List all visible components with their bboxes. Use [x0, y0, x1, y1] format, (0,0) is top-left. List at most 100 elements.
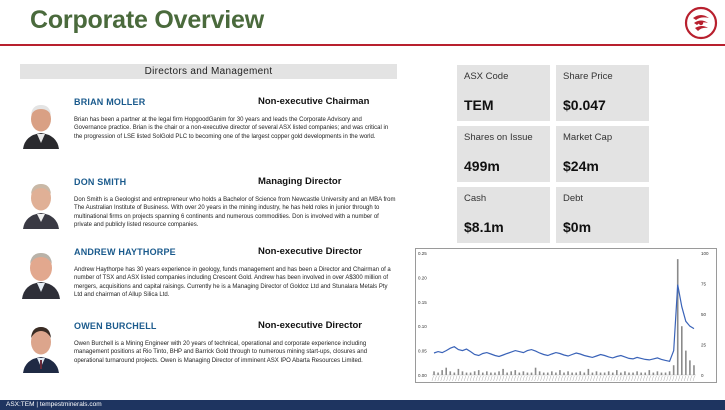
chart-x-tick-mark: [669, 375, 672, 382]
chart-x-tick-mark: [458, 375, 461, 382]
stat-label: Cash: [464, 193, 487, 204]
chart-x-tick-mark: [516, 375, 519, 382]
chart-x-tick-mark: [651, 375, 654, 382]
chart-x-tick-mark: [499, 375, 502, 382]
director-name: OWEN BURCHELL: [74, 321, 157, 331]
chart-x-tick-mark: [634, 375, 637, 382]
chart-x-tick-mark: [461, 375, 463, 382]
chart-x-tick-mark: [613, 375, 616, 382]
stat-label: ASX Code: [464, 71, 509, 82]
stat-label: Debt: [563, 193, 584, 204]
chart-x-tick-mark: [513, 375, 516, 382]
chart-x-tick-mark: [660, 375, 663, 382]
chart-right-tick-label: 25: [701, 343, 707, 348]
chart-x-tick-mark: [622, 375, 625, 382]
chart-x-tick-mark: [675, 375, 678, 382]
chart-x-tick-mark: [554, 375, 557, 382]
chart-x-tick-mark: [508, 375, 510, 382]
chart-x-tick-mark: [681, 375, 683, 382]
chart-x-tick-mark: [637, 375, 639, 382]
chart-x-tick-mark: [502, 375, 505, 382]
chart-x-tick-mark: [481, 375, 484, 382]
chart-x-tick-mark: [593, 375, 595, 382]
chart-x-tick-mark: [496, 375, 499, 382]
chart-x-tick-mark: [434, 375, 437, 382]
chart-left-tick-label: 0.10: [418, 324, 427, 329]
chart-right-tick-label: 75: [701, 282, 707, 287]
chart-left-tick-label: 0.25: [418, 251, 427, 256]
director-role: Non-executive Director: [258, 320, 363, 331]
chart-x-tick-mark: [478, 375, 481, 382]
tempest-logo-icon: [684, 6, 718, 40]
chart-x-tick-mark: [631, 375, 634, 382]
stat-value: $8.1m: [464, 219, 504, 235]
chart-x-tick-mark: [575, 375, 578, 382]
chart-right-tick-label: 50: [701, 312, 707, 317]
chart-x-tick-mark: [686, 375, 689, 382]
chart-x-tick-mark: [446, 375, 449, 382]
chart-x-tick-mark: [598, 375, 601, 382]
director-photo: [20, 177, 62, 229]
chart-x-tick-mark: [546, 375, 549, 382]
chart-x-tick-mark: [452, 375, 455, 382]
director-photo: [20, 97, 62, 149]
chart-x-tick-mark: [625, 375, 628, 382]
chart-x-tick-mark: [572, 375, 575, 382]
chart-x-tick-mark: [490, 375, 493, 382]
chart-x-tick-mark: [645, 375, 648, 382]
page-title: Corporate Overview: [30, 6, 264, 34]
chart-x-tick-mark: [560, 375, 563, 382]
chart-left-tick-label: 0.05: [418, 349, 427, 354]
chart-x-tick-mark: [549, 375, 551, 382]
stat-label: Shares on Issue: [464, 132, 533, 143]
director-bio: Brian has been a partner at the legal fi…: [74, 117, 389, 140]
stat-value: 499m: [464, 158, 500, 174]
chart-x-tick-mark: [487, 375, 490, 382]
director-bio: Andrew Haythorpe has 30 years experience…: [74, 267, 391, 299]
chart-x-tick-mark: [566, 375, 569, 382]
chart-x-tick-mark: [528, 375, 531, 382]
director-bio: Don Smith is a Geologist and entrepreneu…: [74, 197, 396, 229]
chart-x-tick-mark: [666, 375, 669, 382]
chart-x-tick-mark: [657, 375, 660, 382]
chart-left-tick-label: 0.15: [418, 300, 427, 305]
chart-x-tick-mark: [640, 375, 642, 382]
chart-x-tick-mark: [537, 375, 540, 382]
chart-x-tick-mark: [449, 375, 452, 382]
stat-value: $24m: [563, 158, 599, 174]
chart-x-tick-mark: [590, 375, 593, 382]
chart-x-tick-mark: [616, 375, 619, 382]
stat-tile-shares-on-issue: Shares on Issue 499m: [457, 126, 550, 182]
chart-x-tick-mark: [610, 375, 613, 382]
chart-x-tick-mark: [510, 375, 513, 382]
chart-x-tick-mark: [672, 375, 675, 382]
chart-left-tick-label: 0.20: [418, 275, 427, 280]
chart-x-tick-mark: [648, 375, 651, 382]
stat-tile-asx-code: ASX Code TEM: [457, 65, 550, 121]
director-role: Non-executive Chairman: [258, 96, 370, 107]
stat-value: TEM: [464, 97, 494, 113]
chart-x-tick-mark: [437, 375, 440, 382]
chart-x-tick-mark: [596, 375, 598, 382]
director-name: BRIAN MOLLER: [74, 97, 146, 107]
chart-x-tick-mark: [543, 375, 546, 382]
stat-tile-cash: Cash $8.1m: [457, 187, 550, 243]
chart-x-tick-mark: [689, 375, 692, 382]
chart-x-tick-mark: [464, 375, 466, 382]
chart-x-tick-mark: [531, 375, 534, 382]
chart-x-tick-mark: [581, 375, 584, 382]
header-divider: [0, 44, 725, 46]
chart-x-tick-mark: [578, 375, 581, 382]
chart-x-tick-mark: [619, 375, 622, 382]
chart-x-tick-mark: [628, 375, 631, 382]
chart-x-tick-mark: [475, 375, 478, 382]
stat-label: Share Price: [563, 71, 613, 82]
director-bio: Owen Burchell is a Mining Engineer with …: [74, 341, 368, 364]
directors-section-heading: Directors and Management: [20, 64, 397, 79]
chart-right-tick-label: 0: [701, 373, 704, 378]
chart-right-tick-label: 100: [701, 251, 709, 256]
footer-text: ASX:TEM | tempestminerals.com: [6, 401, 102, 408]
director-role: Non-executive Director: [258, 246, 363, 257]
chart-price-line: [433, 284, 695, 362]
stat-label: Market Cap: [563, 132, 613, 143]
